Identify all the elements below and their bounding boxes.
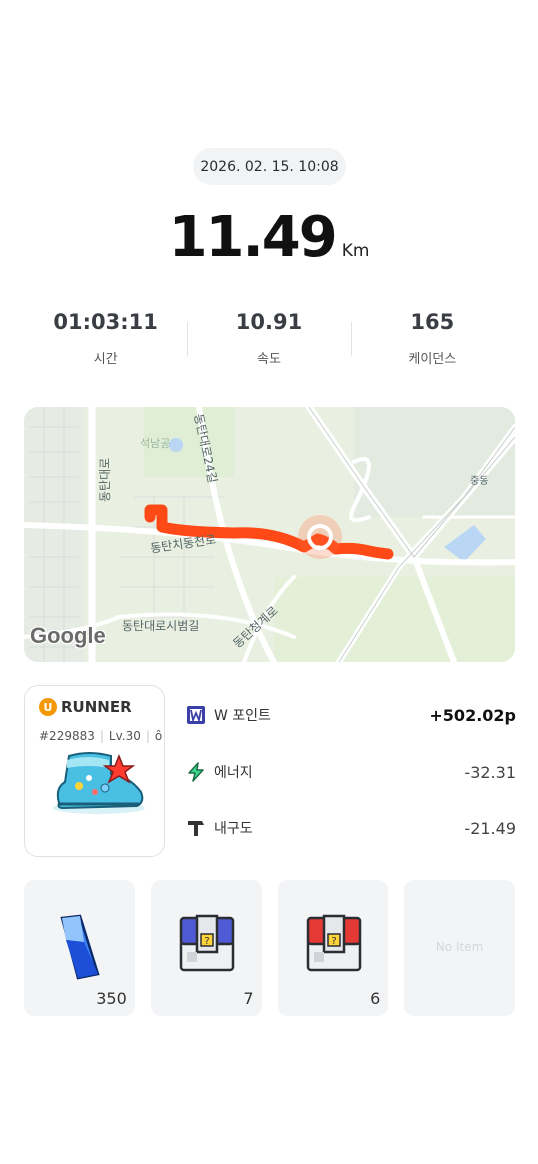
runner-level: Lv.30 [108,729,141,743]
route-map[interactable]: 동탄대로24길 중동 동탄대로 동탄치동천로 동탄대로시범길 동탄청계로 석남공… [24,407,515,662]
item-slot-blue-box[interactable]: ? 7 [150,880,262,1016]
map-road-label: 동탄대로 [98,457,112,502]
reward-amount: -21.49 [464,818,516,838]
reward-row-energy: 에너지 -32.31 [186,757,516,787]
stat-speed-value: 10.91 [235,310,303,334]
meta-separator: | [145,729,150,743]
reward-name: 에너지 [214,765,253,781]
run-stats: 01:03:11 시간 10.91 속도 165 케이던스 [24,310,514,370]
stat-time-value: 01:03:11 [53,310,158,334]
w-point-icon [187,706,205,724]
reward-name: W 포인트 [214,708,271,724]
runner-meta: #229883 | Lv.30 | ô [39,729,162,743]
stat-cadence-value: 165 [410,310,455,334]
item-slot-red-box[interactable]: ? 6 [277,880,389,1016]
runner-name: RUNNER [61,698,132,716]
google-attribution: Google [30,623,106,648]
runner-card[interactable]: U RUNNER #229883 | Lv.30 | ô [24,685,165,857]
shoe-icon [53,752,145,814]
runner-title: U RUNNER [39,698,132,716]
blue-crystal-icon [60,914,100,980]
map-road-label: 동탄대로시범길 [122,619,200,633]
run-datetime: 2026. 02. 15. 10:08 [200,158,339,175]
distance-display: 11.49 Km [0,205,538,275]
reward-amount: -32.31 [464,762,516,782]
stat-cadence: 165 케이던스 [351,310,514,370]
stat-divider [187,322,188,356]
map-place-label: 석남공 [140,437,171,450]
date-time-pill: 2026. 02. 15. 10:08 [193,148,346,185]
map-place-label: 중동 [470,476,489,487]
energy-bolt-icon [188,762,204,782]
item-count: 7 [243,989,254,1008]
item-count: 350 [96,989,127,1008]
runner-id: #229883 [39,729,95,743]
item-grid: 350 ? 7 ? 6 No Item [24,880,515,1016]
durability-hammer-icon [188,821,204,836]
reward-amount: +502.02p [429,705,516,725]
stat-speed: 10.91 속도 [187,310,350,370]
distance-unit: Km [341,241,370,261]
stat-time: 01:03:11 시간 [24,310,187,370]
stat-time-label: 시간 [93,352,118,367]
runner-extra-icon: ô [154,729,163,743]
reward-row-durability: 내구도 -21.49 [186,813,516,843]
reward-row-w-point: W 포인트 +502.02p [186,700,516,730]
item-count: 6 [370,989,381,1008]
item-slot-empty: No Item [404,880,515,1016]
reward-name: 내구도 [214,821,253,837]
empty-item-label: No Item [435,940,484,954]
meta-separator: | [99,729,104,743]
stat-divider [351,322,352,356]
distance-value: 11.49 [168,205,338,270]
red-mystery-box-icon: ? [306,914,361,972]
stat-speed-label: 속도 [257,352,281,367]
item-slot-crystal[interactable]: 350 [24,880,135,1016]
svg-text:?: ? [331,936,336,947]
runner-brand-icon: U [39,698,57,716]
svg-text:?: ? [204,936,209,947]
stat-cadence-label: 케이던스 [408,352,457,367]
blue-mystery-box-icon: ? [179,914,234,972]
